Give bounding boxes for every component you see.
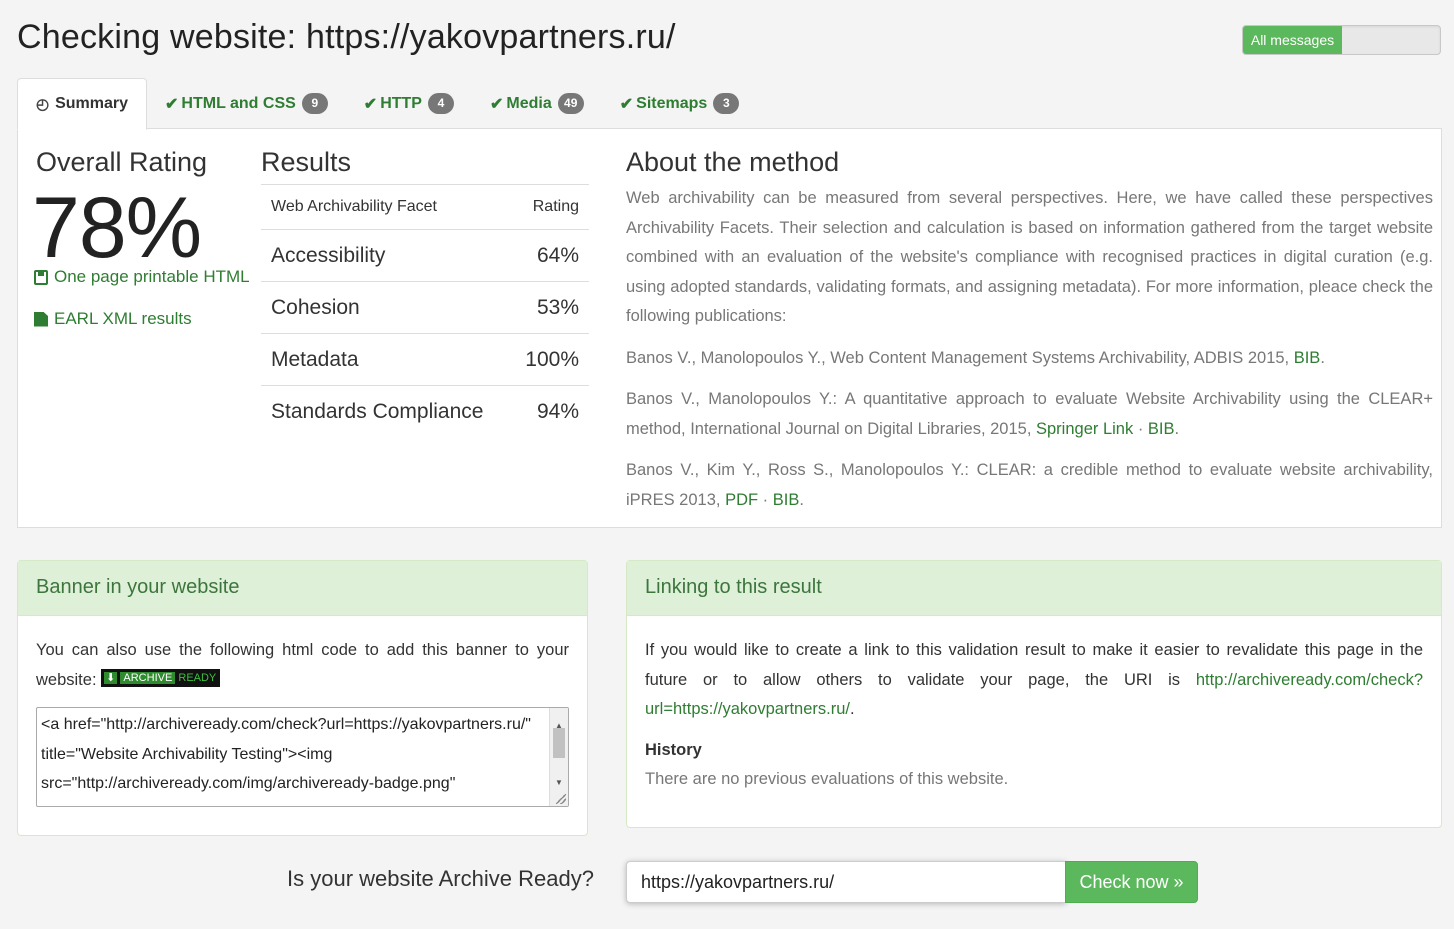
tab-html-css[interactable]: ✔ HTML and CSS 9	[147, 78, 346, 129]
column-header-rating: Rating	[510, 184, 589, 230]
tab-summary[interactable]: ◴ Summary	[17, 78, 148, 130]
results-table: Web Archivability Facet Rating Accessibi…	[261, 184, 589, 438]
tab-sitemaps[interactable]: ✔ Sitemaps 3	[602, 78, 758, 129]
all-messages-toggle[interactable]: All messages	[1242, 25, 1441, 55]
check-now-button[interactable]: Check now »	[1065, 861, 1198, 903]
check-icon: ✔	[165, 95, 179, 113]
column-header-facet: Web Archivability Facet	[261, 184, 511, 230]
summary-panel: Overall Rating 78% One page printable HT…	[17, 128, 1442, 528]
about-method-text: Web archivability can be measured from s…	[626, 184, 1433, 527]
publication-3: Banos V., Kim Y., Ross S., Manolopoulos …	[626, 456, 1433, 515]
tab-http[interactable]: ✔ HTTP 4	[346, 78, 472, 129]
tab-label: Media	[506, 94, 552, 112]
linking-panel-body: If you would like to create a link to th…	[627, 616, 1441, 815]
facet-name: Standards Compliance	[261, 385, 511, 438]
banner-panel-heading: Banner in your website	[18, 561, 587, 616]
table-row: Accessibility 64%	[261, 229, 589, 282]
tab-label: Sitemaps	[636, 94, 708, 112]
tab-label: Summary	[55, 95, 129, 112]
download-icon: ⬇	[104, 672, 118, 685]
punctuation: .	[1320, 348, 1325, 367]
banner-code: <a href="http://archiveready.com/check?u…	[41, 716, 531, 792]
toggle-on-label: All messages	[1243, 26, 1342, 54]
facet-rating: 100%	[510, 333, 589, 386]
overall-rating-title: Overall Rating	[36, 147, 208, 177]
table-header-row: Web Archivability Facet Rating	[261, 184, 589, 230]
table-row: Standards Compliance 94%	[261, 385, 589, 438]
bib-link[interactable]: BIB	[773, 491, 800, 509]
banner-code-textarea[interactable]: <a href="http://archiveready.com/check?u…	[36, 707, 569, 807]
tab-badge: 3	[713, 93, 740, 114]
tab-label: HTTP	[380, 94, 422, 112]
facet-name: Accessibility	[261, 229, 511, 282]
check-icon: ✔	[489, 95, 504, 113]
scrollbar[interactable]: ▲ ▼	[549, 708, 568, 806]
history-text: There are no previous evaluations of thi…	[645, 769, 1009, 788]
publication-1: Banos V., Manolopoulos Y., Web Content M…	[626, 344, 1433, 374]
pdf-link[interactable]: PDF	[725, 491, 758, 509]
tab-badge: 4	[427, 93, 454, 114]
bib-link[interactable]: BIB	[1294, 349, 1321, 367]
about-method-title: About the method	[626, 147, 840, 177]
punctuation: .	[799, 490, 804, 509]
earl-xml-label: EARL XML results	[54, 309, 192, 328]
facet-rating: 94%	[510, 385, 589, 438]
table-row: Cohesion 53%	[261, 281, 589, 334]
publication-2: Banos V., Manolopoulos Y.: A quantitativ…	[626, 385, 1433, 444]
results-title: Results	[261, 147, 352, 177]
facet-name: Metadata	[261, 333, 511, 386]
facet-rating: 64%	[510, 229, 589, 282]
floppy-icon	[34, 269, 48, 285]
badge-right-text: READY	[178, 672, 217, 685]
check-icon: ✔	[619, 95, 634, 113]
tab-badge: 9	[301, 93, 328, 114]
badge-left-text: ARCHIVE	[120, 672, 176, 685]
check-icon: ✔	[363, 95, 378, 113]
publication-text: Banos V., Manolopoulos Y.: A quantitativ…	[626, 390, 1433, 438]
archive-ready-badge: ⬇ ARCHIVE READY	[101, 669, 221, 688]
file-icon	[34, 311, 48, 327]
tab-label: HTML and CSS	[181, 94, 296, 112]
resize-handle-icon[interactable]	[556, 794, 566, 804]
tab-badge: 49	[557, 93, 584, 114]
linking-panel-heading: Linking to this result	[627, 561, 1441, 616]
punctuation: .	[849, 700, 855, 718]
printable-html-label: One page printable HTML	[54, 267, 250, 286]
springer-link[interactable]: Springer Link	[1036, 420, 1133, 438]
page-title: Checking website: https://yakovpartners.…	[17, 18, 676, 56]
earl-xml-link[interactable]: EARL XML results	[34, 309, 192, 329]
bib-link[interactable]: BIB	[1148, 420, 1175, 438]
overall-rating-value: 78%	[32, 180, 202, 276]
url-input[interactable]	[626, 861, 1066, 903]
history-title: History	[645, 740, 702, 759]
facet-name: Cohesion	[261, 281, 511, 334]
linking-panel: Linking to this result If you would like…	[626, 560, 1442, 828]
scroll-thumb[interactable]	[553, 728, 565, 758]
banner-panel: Banner in your website You can also use …	[17, 560, 588, 836]
punctuation: .	[1174, 419, 1180, 438]
separator: ·	[1133, 419, 1148, 438]
tab-bar: ◴ Summary ✔ HTML and CSS 9 ✔ HTTP 4 ✔ Me…	[17, 78, 758, 130]
printable-html-link[interactable]: One page printable HTML	[34, 267, 250, 287]
banner-panel-body: You can also use the following html code…	[18, 616, 587, 827]
about-intro: Web archivability can be measured from s…	[626, 189, 1433, 325]
facet-rating: 53%	[510, 281, 589, 334]
table-row: Metadata 100%	[261, 333, 589, 386]
archive-ready-question: Is your website Archive Ready?	[287, 866, 594, 891]
dashboard-icon: ◴	[36, 96, 50, 113]
tab-media[interactable]: ✔ Media 49	[472, 78, 602, 129]
separator: ·	[758, 490, 773, 509]
publication-text: Banos V., Manolopoulos Y., Web Content M…	[626, 348, 1294, 367]
